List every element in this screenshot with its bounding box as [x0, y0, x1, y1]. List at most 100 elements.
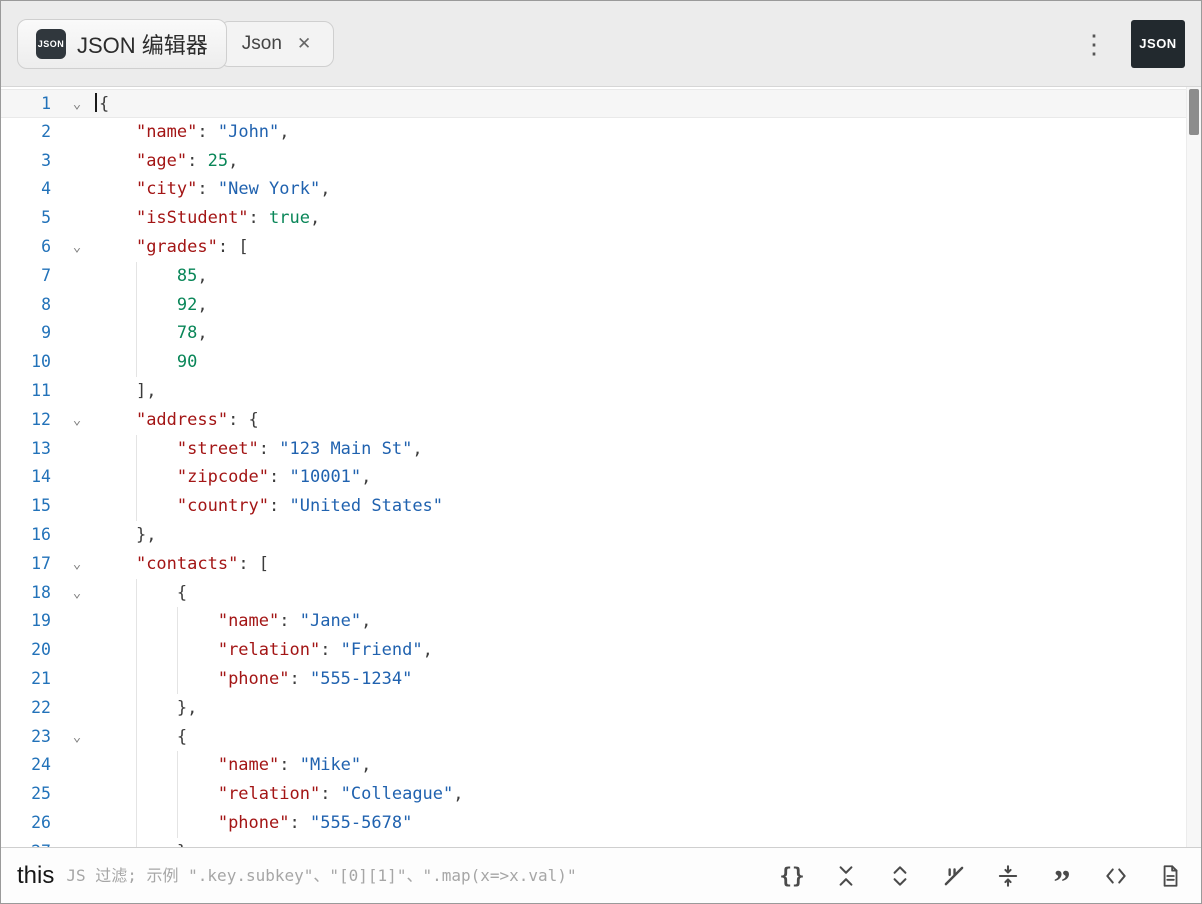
- document-icon[interactable]: [1149, 855, 1191, 897]
- tab-json-label: Json: [242, 33, 282, 55]
- code-line: 17⌄ "contacts": [: [1, 550, 1186, 579]
- indent-guide: [177, 636, 178, 665]
- code-line: 20 "relation": "Friend",: [1, 636, 1186, 665]
- code-text[interactable]: "age": 25,: [95, 147, 1186, 176]
- line-number: 18: [1, 579, 59, 608]
- indent-guide: [136, 319, 137, 348]
- fold-chevron-icon[interactable]: ⌄: [59, 550, 95, 579]
- code-text[interactable]: "name": "Jane",: [95, 607, 1186, 636]
- code-text[interactable]: "phone": "555-5678": [95, 809, 1186, 838]
- code-text[interactable]: {: [95, 579, 1186, 608]
- indent-guide: [136, 694, 137, 723]
- fold-gutter: [59, 348, 95, 377]
- code-text[interactable]: ],: [95, 377, 1186, 406]
- indent-guide: [136, 262, 137, 291]
- code-text[interactable]: "street": "123 Main St",: [95, 435, 1186, 464]
- code-line: 9 78,: [1, 319, 1186, 348]
- code-text[interactable]: "name": "Mike",: [95, 751, 1186, 780]
- tab-json-editor[interactable]: JSON JSON 编辑器: [17, 19, 227, 69]
- code-line: 27 }: [1, 838, 1186, 847]
- indent-guide: [136, 723, 137, 752]
- kebab-menu-icon[interactable]: ⋮: [1075, 27, 1113, 61]
- tabs: JSON JSON 编辑器 Json ✕: [17, 19, 334, 69]
- fold-gutter: [59, 751, 95, 780]
- fold-gutter: [59, 262, 95, 291]
- line-number: 12: [1, 406, 59, 435]
- collapse-all-icon[interactable]: [825, 855, 867, 897]
- quote-icon[interactable]: ”: [1041, 855, 1083, 897]
- fold-gutter: [59, 435, 95, 464]
- header-right: ⋮ JSON: [1075, 20, 1185, 68]
- code-line: 14 "zipcode": "10001",: [1, 463, 1186, 492]
- code-lines: 1⌄{2 "name": "John",3 "age": 25,4 "city"…: [1, 89, 1186, 847]
- fold-chevron-icon[interactable]: ⌄: [59, 233, 95, 262]
- vertical-scrollbar[interactable]: [1186, 87, 1201, 847]
- indent-guide: [177, 809, 178, 838]
- code-text[interactable]: {: [95, 90, 1186, 117]
- code-line: 8 92,: [1, 291, 1186, 320]
- indent-guide: [136, 751, 137, 780]
- unescape-icon[interactable]: [933, 855, 975, 897]
- code-text[interactable]: },: [95, 521, 1186, 550]
- code-text[interactable]: "city": "New York",: [95, 175, 1186, 204]
- code-text[interactable]: "isStudent": true,: [95, 204, 1186, 233]
- line-number: 23: [1, 723, 59, 752]
- json-logo: JSON: [1131, 20, 1185, 68]
- code-text[interactable]: {: [95, 723, 1186, 752]
- line-number: 27: [1, 838, 59, 847]
- code-line: 21 "phone": "555-1234": [1, 665, 1186, 694]
- format-braces-icon[interactable]: {}: [771, 855, 813, 897]
- code-text[interactable]: "contacts": [: [95, 550, 1186, 579]
- code-line: 26 "phone": "555-5678": [1, 809, 1186, 838]
- code-line: 2 "name": "John",: [1, 118, 1186, 147]
- js-filter-input[interactable]: [66, 866, 757, 885]
- fold-gutter: [59, 607, 95, 636]
- toolbar-icons: {}: [771, 855, 1191, 897]
- indent-guide: [136, 492, 137, 521]
- fold-chevron-icon[interactable]: ⌄: [59, 90, 95, 117]
- fold-chevron-icon[interactable]: ⌄: [59, 723, 95, 752]
- code-line: 15 "country": "United States": [1, 492, 1186, 521]
- line-number: 4: [1, 175, 59, 204]
- code-text[interactable]: 92,: [95, 291, 1186, 320]
- line-number: 2: [1, 118, 59, 147]
- code-text[interactable]: 85,: [95, 262, 1186, 291]
- code-text[interactable]: "address": {: [95, 406, 1186, 435]
- fold-gutter: [59, 204, 95, 233]
- code-text[interactable]: "country": "United States": [95, 492, 1186, 521]
- code-text[interactable]: "phone": "555-1234": [95, 665, 1186, 694]
- code-line: 18⌄ {: [1, 579, 1186, 608]
- join-lines-icon[interactable]: [987, 855, 1029, 897]
- code-text[interactable]: "name": "John",: [95, 118, 1186, 147]
- line-number: 20: [1, 636, 59, 665]
- code-text[interactable]: "grades": [: [95, 233, 1186, 262]
- indent-guide: [136, 780, 137, 809]
- json-tab-icon: JSON: [36, 29, 66, 59]
- fold-gutter: [59, 780, 95, 809]
- code-text[interactable]: 90: [95, 348, 1186, 377]
- this-context-button[interactable]: this: [11, 862, 66, 890]
- fold-chevron-icon[interactable]: ⌄: [59, 579, 95, 608]
- code-line: 25 "relation": "Colleague",: [1, 780, 1186, 809]
- line-number: 21: [1, 665, 59, 694]
- code-text[interactable]: "zipcode": "10001",: [95, 463, 1186, 492]
- close-icon[interactable]: ✕: [293, 32, 315, 56]
- expand-all-icon[interactable]: [879, 855, 921, 897]
- tab-json[interactable]: Json ✕: [219, 21, 334, 67]
- fold-chevron-icon[interactable]: ⌄: [59, 406, 95, 435]
- code-line: 23⌄ {: [1, 723, 1186, 752]
- fold-gutter: [59, 319, 95, 348]
- code-text[interactable]: },: [95, 694, 1186, 723]
- tab-json-editor-label: JSON 编辑器: [77, 28, 208, 60]
- json-code-editor[interactable]: 1⌄{2 "name": "John",3 "age": 25,4 "city"…: [1, 87, 1201, 847]
- code-text[interactable]: }: [95, 838, 1186, 847]
- code-text[interactable]: 78,: [95, 319, 1186, 348]
- code-text[interactable]: "relation": "Colleague",: [95, 780, 1186, 809]
- code-icon[interactable]: [1095, 855, 1137, 897]
- fold-gutter: [59, 838, 95, 847]
- scrollbar-thumb[interactable]: [1189, 89, 1199, 135]
- code-line: 24 "name": "Mike",: [1, 751, 1186, 780]
- code-line: 3 "age": 25,: [1, 147, 1186, 176]
- fold-gutter: [59, 463, 95, 492]
- code-text[interactable]: "relation": "Friend",: [95, 636, 1186, 665]
